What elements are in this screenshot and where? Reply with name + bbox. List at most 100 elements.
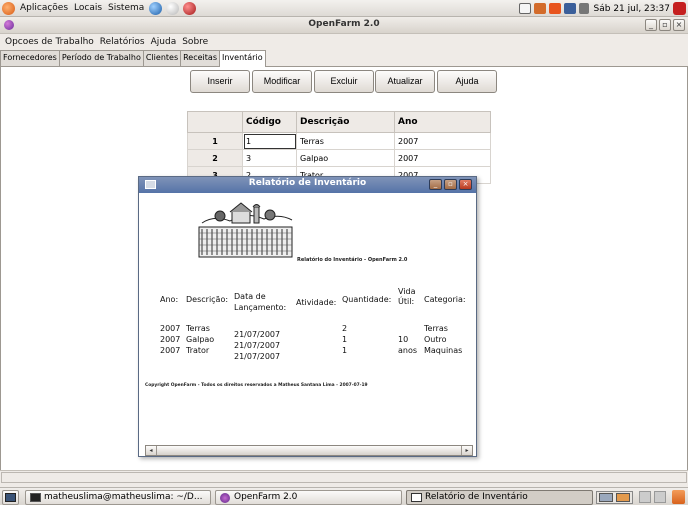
help-lifebuoy-icon[interactable] bbox=[183, 1, 197, 15]
row-number[interactable]: 2 bbox=[187, 149, 243, 167]
inventory-table: Código Descrição Ano 1 1 Terras 2007 2 3… bbox=[187, 111, 491, 184]
tab-fornecedores[interactable]: Fornecedores bbox=[0, 50, 60, 66]
window-titlebar[interactable]: OpenFarm 2.0 _ ▫ × bbox=[0, 17, 688, 34]
report-header-atividade: Atividade: bbox=[296, 298, 337, 307]
tab-clientes[interactable]: Clientes bbox=[142, 50, 182, 66]
table-row[interactable]: 1 1 Terras 2007 bbox=[187, 132, 491, 150]
cell-descricao[interactable]: Galpao bbox=[296, 149, 395, 167]
report-cell-descricao: Terras bbox=[186, 324, 210, 333]
volume-icon[interactable] bbox=[578, 3, 589, 14]
cell-descricao[interactable]: Terras bbox=[296, 132, 395, 150]
workspace-3[interactable] bbox=[639, 491, 651, 503]
taskbar-item-openfarm[interactable]: OpenFarm 2.0 bbox=[215, 490, 402, 505]
dialog-title: Relatório de Inventário bbox=[248, 178, 367, 188]
horizontal-scrollbar[interactable]: ◂ ▸ bbox=[145, 445, 473, 456]
report-cell-quantidade: 1 bbox=[342, 346, 348, 355]
system-tray: Sáb 21 jul, 23:37 bbox=[518, 1, 686, 16]
tab-periodo-de-trabalho[interactable]: Período de Trabalho bbox=[58, 50, 144, 66]
workspace-4[interactable] bbox=[654, 491, 666, 503]
top-panel: Aplicações Locais Sistema Sáb 21 jul, 23… bbox=[0, 0, 688, 17]
terminal-icon bbox=[30, 493, 41, 502]
email-client-icon[interactable] bbox=[166, 1, 180, 15]
scrollbar-thumb[interactable] bbox=[156, 446, 462, 455]
menu-sobre[interactable]: Sobre bbox=[179, 37, 211, 47]
report-cell-vida: 10 bbox=[398, 335, 409, 344]
taskbar-item-relatorio[interactable]: Relatório de Inventário bbox=[406, 490, 593, 505]
column-header-ano[interactable]: Ano bbox=[394, 111, 491, 133]
close-button[interactable]: × bbox=[673, 19, 685, 31]
power-icon[interactable] bbox=[673, 2, 686, 15]
bottom-panel: matheuslima@matheuslima: ~/D... OpenFarm… bbox=[0, 487, 688, 505]
maximize-button[interactable]: ▫ bbox=[659, 19, 671, 31]
user-icon[interactable] bbox=[533, 3, 546, 14]
show-desktop-button[interactable] bbox=[2, 490, 19, 505]
menubar: Opcoes de Trabalho Relatórios Ajuda Sobr… bbox=[0, 34, 688, 49]
menu-ajuda[interactable]: Ajuda bbox=[148, 37, 180, 47]
modify-button[interactable]: Modificar bbox=[252, 70, 312, 93]
cell-ano[interactable]: 2007 bbox=[394, 132, 491, 150]
minimize-button[interactable]: _ bbox=[645, 19, 657, 31]
workspace-2[interactable] bbox=[616, 493, 630, 502]
cell-codigo[interactable]: 1 bbox=[242, 132, 297, 150]
report-header-vida-line2: Útil: bbox=[398, 297, 415, 306]
cell-codigo[interactable]: 3 bbox=[242, 149, 297, 167]
browser-globe-icon[interactable] bbox=[149, 1, 163, 15]
tab-inventario[interactable]: Inventário bbox=[218, 50, 266, 67]
report-cell-categoria: Outro bbox=[424, 335, 447, 344]
report-cell-descricao: Galpao bbox=[186, 335, 215, 344]
trash-icon[interactable] bbox=[672, 490, 685, 504]
menu-system[interactable]: Sistema bbox=[105, 3, 147, 13]
tab-receitas[interactable]: Receitas bbox=[180, 50, 220, 66]
mail-icon[interactable] bbox=[518, 3, 531, 14]
menu-relatorios[interactable]: Relatórios bbox=[97, 37, 148, 47]
clock[interactable]: Sáb 21 jul, 23:37 bbox=[594, 4, 670, 14]
window-icon bbox=[411, 493, 422, 502]
dialog-titlebar[interactable]: Relatório de Inventário _ ▫ × bbox=[139, 177, 476, 193]
report-header-ano: Ano: bbox=[160, 295, 179, 304]
menu-opcoes-de-trabalho[interactable]: Opcoes de Trabalho bbox=[2, 37, 97, 47]
report-cell-data: 21/07/2007 bbox=[234, 352, 281, 361]
workspace-switcher[interactable] bbox=[596, 491, 633, 504]
report-header-descricao: Descrição: bbox=[186, 295, 229, 304]
report-cell-data: 21/07/2007 bbox=[234, 341, 281, 350]
workspace-1[interactable] bbox=[599, 493, 613, 502]
update-icon[interactable] bbox=[548, 3, 561, 14]
report-cell-categoria: Maquinas bbox=[424, 346, 463, 355]
table-row[interactable]: 2 3 Galpao 2007 bbox=[187, 149, 491, 167]
column-header-codigo[interactable]: Código bbox=[242, 111, 297, 133]
dialog-minimize-button[interactable]: _ bbox=[429, 179, 442, 190]
insert-button[interactable]: Inserir bbox=[190, 70, 250, 93]
column-header-rownum[interactable] bbox=[187, 111, 243, 133]
table-header-row: Código Descrição Ano bbox=[187, 111, 491, 133]
dialog-close-button[interactable]: × bbox=[459, 179, 472, 190]
scroll-right-icon[interactable]: ▸ bbox=[462, 446, 472, 455]
menu-places[interactable]: Locais bbox=[71, 3, 105, 13]
taskbar-item-label: Relatório de Inventário bbox=[425, 492, 528, 502]
tab-bar: Fornecedores Período de Trabalho Cliente… bbox=[0, 50, 266, 67]
report-cell-descricao: Trator bbox=[186, 346, 210, 355]
report-caption: Relatório do Inventário - OpenFarm 2.0 bbox=[297, 257, 408, 263]
status-bar bbox=[0, 470, 688, 484]
report-cell-vida: anos bbox=[398, 346, 418, 355]
network-icon[interactable] bbox=[563, 3, 576, 14]
scroll-left-icon[interactable]: ◂ bbox=[146, 446, 156, 455]
taskbar-item-terminal[interactable]: matheuslima@matheuslima: ~/D... bbox=[25, 490, 211, 505]
menu-applications[interactable]: Aplicações bbox=[17, 3, 71, 13]
refresh-button[interactable]: Atualizar bbox=[375, 70, 435, 93]
column-header-descricao[interactable]: Descrição bbox=[296, 111, 395, 133]
cell-ano[interactable]: 2007 bbox=[394, 149, 491, 167]
window-title: OpenFarm 2.0 bbox=[308, 19, 380, 29]
report-copyright: Copyright OpenFarm - Todos os direitos r… bbox=[145, 383, 368, 388]
taskbar-item-label: matheuslima@matheuslima: ~/D... bbox=[44, 492, 203, 502]
help-button[interactable]: Ajuda bbox=[437, 70, 497, 93]
dialog-maximize-button[interactable]: ▫ bbox=[444, 179, 457, 190]
report-cell-categoria: Terras bbox=[424, 324, 448, 333]
taskbar-item-label: OpenFarm 2.0 bbox=[234, 492, 298, 502]
gnome-foot-icon[interactable] bbox=[2, 1, 15, 15]
delete-button[interactable]: Excluir bbox=[314, 70, 374, 93]
report-cell-quantidade: 2 bbox=[342, 324, 348, 333]
row-number[interactable]: 1 bbox=[187, 132, 243, 150]
report-cell-ano: 2007 bbox=[160, 346, 181, 355]
openfarm-icon bbox=[220, 493, 230, 503]
report-cell-quantidade: 1 bbox=[342, 335, 348, 344]
